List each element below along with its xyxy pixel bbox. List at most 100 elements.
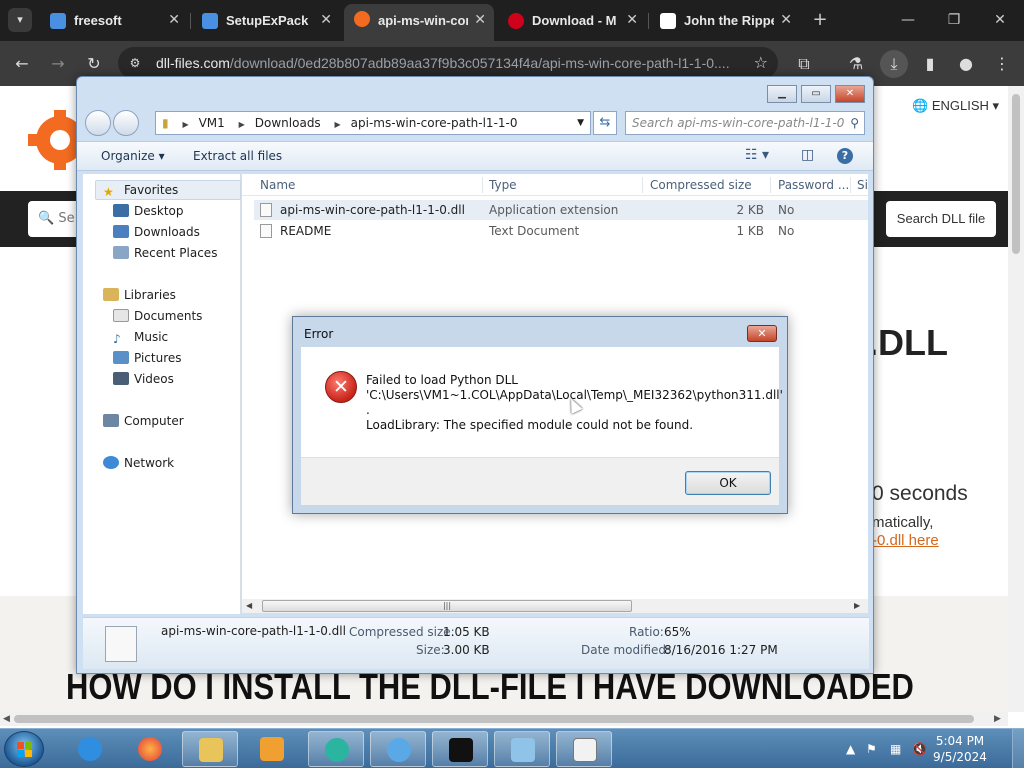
browser-icon [325,738,349,762]
back-arrow-icon[interactable]: ← [8,50,36,78]
reload-icon[interactable]: ↻ [80,50,108,78]
address-dropdown-icon[interactable]: ▼ [577,112,584,134]
url-text: dll-files.com/download/0ed28b807adb89aa3… [156,55,730,71]
show-desktop-button[interactable] [1012,729,1024,768]
minimize-button[interactable]: — [888,6,928,34]
nav-computer[interactable]: Computer [103,414,184,428]
details-ratio-value: 65% [664,625,691,639]
tab-api-ms-win-core[interactable]: api-ms-win-core ✕ [344,4,494,41]
file-type: Text Document [489,224,580,238]
explorer-search-input[interactable]: Search api-ms-win-core-path-l1-1-0 ⚲ [625,111,865,135]
taskbar-app[interactable] [370,731,426,767]
system-clock[interactable]: 5:04 PM 9/5/2024 [930,733,990,765]
profile-avatar-icon[interactable]: ● [952,50,980,78]
action-center-flag-icon[interactable]: ⚑ [866,729,877,768]
taskbar-archive[interactable] [494,731,550,767]
organize-button[interactable]: Organize ▾ [101,142,165,170]
view-options-icon[interactable]: ☷ ▾ [745,147,769,163]
start-button[interactable] [4,731,44,767]
nav-network[interactable]: Network [103,456,174,470]
explorer-address-bar[interactable]: ▮ ▶ VM1 ▶ Downloads ▶ api-ms-win-core-path-… [155,111,591,135]
dll-heading-fragment: .DLL [868,322,948,363]
preview-pane-icon[interactable]: ◫ [801,147,814,163]
restore-button[interactable]: ❐ [934,6,974,34]
error-message-line-3: . [366,403,370,417]
mega-favicon-icon [508,13,524,29]
explorer-forward-button[interactable] [113,110,139,136]
error-message-line-4: LoadLibrary: The specified module could … [366,418,694,432]
tab-label: John the Ripper [684,13,774,28]
dialog-close-button[interactable]: ✕ [747,325,777,342]
labs-flask-icon[interactable]: ⚗ [842,50,870,78]
bookmark-star-icon[interactable]: ☆ [754,53,768,72]
breadcrumb-downloads[interactable]: Downloads [255,116,321,130]
site-search-input[interactable]: 🔍 Se [28,201,78,237]
explorer-maximize-button[interactable]: ▭ [801,85,831,103]
folder-icon [199,738,223,762]
table-row[interactable]: README Text Document 1 KB No [254,221,868,241]
network-tray-icon[interactable]: ▦ [890,729,901,768]
breadcrumb-folder[interactable]: api-ms-win-core-path-l1-1-0 [351,116,518,130]
nav-documents[interactable]: Documents [113,309,202,323]
column-name[interactable]: Name [260,174,295,196]
tab-freesoft[interactable]: freesoft ✕ [40,6,188,35]
nav-music[interactable]: ♪ Music [113,330,168,346]
nav-downloads[interactable]: Downloads [113,225,200,239]
explorer-refresh-icon[interactable]: ⇆ [593,111,617,135]
tab-close-icon[interactable]: ✕ [168,6,180,35]
volume-muted-icon[interactable]: 🔇 [912,729,927,768]
tab-close-icon[interactable]: ✕ [320,6,332,35]
clock-time: 5:04 PM [935,734,985,748]
ok-button[interactable]: OK [685,471,771,495]
taskbar-firefox[interactable] [122,731,178,767]
explorer-close-button[interactable]: ✕ [835,85,865,103]
tab-close-icon[interactable]: ✕ [626,6,638,35]
taskbar-internet-explorer[interactable] [62,731,118,767]
taskbar-chrome-like[interactable] [308,731,364,767]
column-password[interactable]: Password ... [778,174,849,196]
nav-libraries[interactable]: Libraries [103,288,176,302]
menu-kebab-icon[interactable]: ⋮ [988,50,1016,78]
close-window-button[interactable]: ✕ [980,6,1020,34]
download-dll-link[interactable]: -0.dll here [872,532,939,549]
nav-pictures[interactable]: Pictures [113,351,182,365]
nav-recent-places[interactable]: Recent Places [113,246,217,260]
taskbar-media-player[interactable] [244,731,300,767]
file-list-horizontal-scrollbar[interactable]: ◀ ||| ▶ [242,599,868,613]
windows-taskbar: ▲ ⚑ ▦ 🔇 5:04 PM 9/5/2024 [0,728,1024,768]
language-selector[interactable]: 🌐 ENGLISH ▾ [912,98,999,114]
column-compressed-size[interactable]: Compressed size [650,174,752,196]
tab-download-mega[interactable]: Download - M ✕ [498,6,646,35]
search-dll-button[interactable]: Search DLL file [886,201,996,237]
page-horizontal-scrollbar[interactable]: ◀ ▶ [0,712,1008,726]
taskbar-command-prompt[interactable] [432,731,488,767]
address-bar[interactable]: ⚙ dll-files.com/download/0ed28b807adb89a… [118,47,778,79]
new-tab-button[interactable]: + [810,6,830,34]
nav-favorites[interactable]: ★ Favorites [103,183,178,199]
column-type[interactable]: Type [489,174,517,196]
nav-videos[interactable]: Videos [113,372,174,386]
tab-john-the-ripper[interactable]: John the Ripper ✕ [650,6,800,35]
nav-desktop[interactable]: Desktop [113,204,184,218]
explorer-back-button[interactable] [85,110,111,136]
explorer-minimize-button[interactable]: ▁ [767,85,797,103]
taskbar-explorer[interactable] [182,731,238,767]
taskbar-installer[interactable] [556,731,612,767]
site-info-icon[interactable]: ⚙ [126,54,144,72]
side-panel-icon[interactable]: ▮ [916,50,944,78]
forward-arrow-icon[interactable]: → [44,50,72,78]
help-icon[interactable]: ? [837,148,853,164]
tab-setupexpack[interactable]: SetupExPack ✕ [192,6,340,35]
table-row[interactable]: api-ms-win-core-path-l1-1-0.dll Applicat… [254,200,868,220]
extensions-icon[interactable]: ⧉ [790,50,818,78]
tab-close-icon[interactable]: ✕ [780,6,792,35]
column-size[interactable]: Si [857,174,868,196]
page-vertical-scrollbar[interactable] [1008,86,1024,712]
breadcrumb-vm1[interactable]: VM1 [199,116,225,130]
tray-expand-icon[interactable]: ▲ [846,729,855,768]
tab-search-button[interactable]: ▾ [8,8,32,32]
windows-logo-icon [17,742,33,758]
extract-all-button[interactable]: Extract all files [193,142,282,170]
download-icon[interactable]: ⤓ [880,50,908,78]
tab-close-icon[interactable]: ✕ [474,4,486,37]
